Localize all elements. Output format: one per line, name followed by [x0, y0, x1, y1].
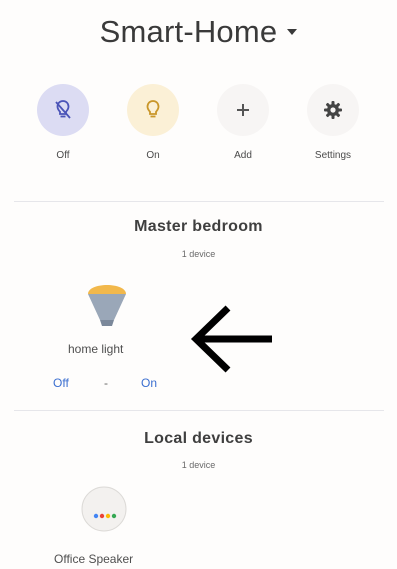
divider — [14, 201, 384, 202]
light-bulb-icon — [127, 84, 179, 136]
device-name-home-light: home light — [68, 342, 124, 356]
home-selector[interactable]: Smart-Home — [0, 14, 397, 50]
home-light-off-button[interactable]: Off — [53, 376, 69, 390]
gear-icon — [307, 84, 359, 136]
caret-down-icon — [287, 29, 298, 35]
divider — [14, 410, 384, 411]
room-title-local-devices[interactable]: Local devices — [0, 430, 397, 448]
add-button[interactable]: Add — [208, 84, 278, 170]
speaker-icon — [81, 486, 127, 532]
device-card-home-light[interactable]: home light — [60, 270, 170, 360]
room-title-master-bedroom[interactable]: Master bedroom — [0, 218, 397, 236]
plus-icon — [217, 84, 269, 136]
add-label: Add — [234, 150, 252, 161]
device-name-office-speaker: Office Speaker — [54, 552, 134, 566]
home-title: Smart-Home — [99, 14, 278, 49]
home-light-on-button[interactable]: On — [141, 376, 157, 390]
arrow-left-icon — [190, 305, 272, 373]
lights-on-button[interactable]: On — [118, 84, 188, 170]
light-off-icon — [37, 84, 89, 136]
light-bulb-icon — [88, 285, 126, 326]
control-separator: - — [104, 376, 108, 390]
lights-on-label: On — [146, 150, 160, 161]
lights-off-label: Off — [56, 150, 70, 161]
lights-off-button[interactable]: Off — [28, 84, 98, 170]
room-device-count: 1 device — [181, 460, 216, 470]
room-device-count: 1 device — [181, 249, 216, 259]
smart-home-screen: Smart-Home Off On Add Settings Master be… — [0, 0, 397, 569]
settings-button[interactable]: Settings — [298, 84, 368, 170]
device-card-office-speaker[interactable]: Office Speaker — [46, 480, 176, 568]
settings-label: Settings — [314, 150, 352, 161]
quick-actions: Off On Add Settings — [28, 84, 368, 170]
